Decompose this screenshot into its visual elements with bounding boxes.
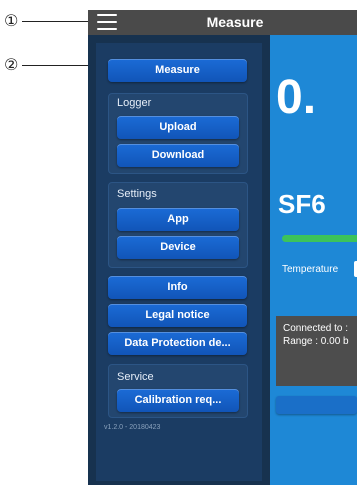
callout-2: ②	[4, 55, 19, 74]
app-version: v1.2.0 - 20180423	[104, 424, 161, 431]
measurement-value: 0.	[276, 71, 317, 124]
upload-button[interactable]: Upload	[117, 116, 239, 139]
callout-1-line	[22, 21, 94, 22]
status-bar	[282, 235, 357, 242]
nav-measure-button[interactable]: Measure	[108, 59, 247, 82]
data-protection-button[interactable]: Data Protection de...	[108, 332, 247, 355]
gas-type: SF6	[278, 189, 326, 219]
service-label: Service	[117, 371, 154, 383]
download-button[interactable]: Download	[117, 144, 239, 167]
legal-notice-button[interactable]: Legal notice	[108, 304, 247, 327]
info-button[interactable]: Info	[108, 276, 247, 299]
device-settings-button[interactable]: Device	[117, 236, 239, 259]
logger-label: Logger	[117, 97, 152, 109]
hamburger-menu-icon[interactable]	[97, 14, 117, 30]
temperature-label: Temperature	[282, 264, 339, 275]
settings-label: Settings	[117, 188, 157, 200]
calibration-request-button[interactable]: Calibration req...	[117, 389, 239, 412]
range-text: Range : 0.00 b	[283, 336, 349, 347]
page-title: Measure	[206, 14, 264, 30]
connected-text: Connected to :	[283, 323, 349, 334]
app-settings-button[interactable]: App	[117, 208, 239, 231]
main-action-button[interactable]	[276, 396, 357, 414]
callout-1: ①	[4, 11, 19, 30]
